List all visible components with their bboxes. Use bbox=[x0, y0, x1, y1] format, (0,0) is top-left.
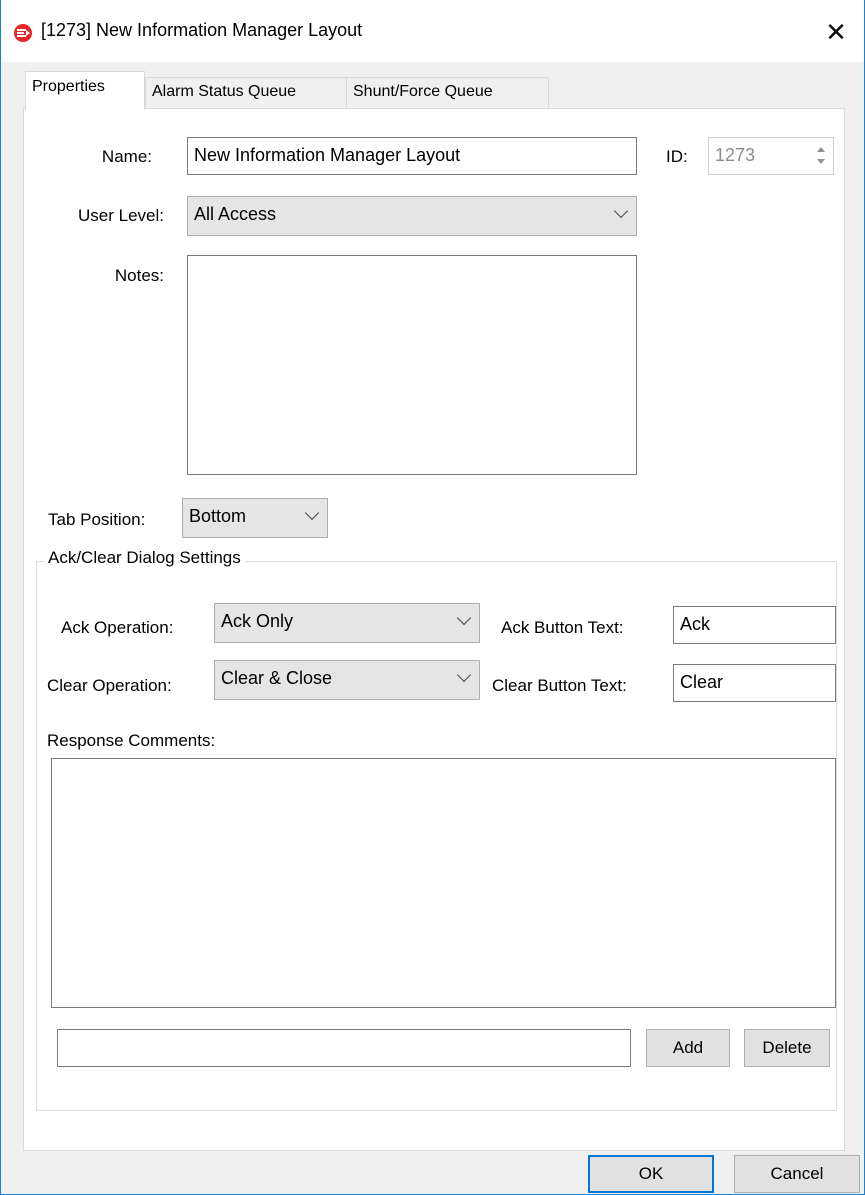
spinner-arrows-icon[interactable] bbox=[813, 140, 831, 172]
tab-alarm-status-queue[interactable]: Alarm Status Queue bbox=[145, 77, 347, 109]
dialog-window: [1273] New Information Manager Layout ✕ … bbox=[0, 0, 865, 1195]
cancel-button[interactable]: Cancel bbox=[734, 1155, 860, 1193]
clear-operation-select[interactable]: Clear & Close bbox=[214, 660, 480, 700]
app-icon bbox=[14, 24, 32, 42]
response-comments-label: Response Comments: bbox=[47, 731, 216, 750]
name-label: Name: bbox=[101, 147, 152, 166]
ack-button-text-field[interactable]: Ack bbox=[673, 606, 836, 644]
ack-clear-group-title: Ack/Clear Dialog Settings bbox=[44, 548, 245, 568]
name-field[interactable]: New Information Manager Layout bbox=[187, 137, 637, 175]
response-comments-list[interactable] bbox=[51, 758, 836, 1008]
chevron-down-icon bbox=[456, 610, 472, 626]
tab-position-value: Bottom bbox=[189, 506, 247, 526]
chevron-down-icon bbox=[613, 203, 629, 219]
id-label: ID: bbox=[666, 147, 688, 166]
tab-position-select[interactable]: Bottom bbox=[182, 498, 328, 538]
user-level-value: All Access bbox=[194, 204, 277, 224]
comment-input[interactable] bbox=[57, 1029, 631, 1067]
notes-textarea[interactable] bbox=[187, 255, 637, 475]
ack-operation-select[interactable]: Ack Only bbox=[214, 603, 480, 643]
tab-position-label: Tab Position: bbox=[48, 510, 146, 529]
clear-button-text-field[interactable]: Clear bbox=[673, 664, 836, 702]
ack-operation-value: Ack Only bbox=[221, 611, 294, 631]
tab-shunt-force-queue[interactable]: Shunt/Force Queue bbox=[346, 77, 549, 109]
properties-page: Name: New Information Manager Layout ID:… bbox=[23, 108, 845, 1151]
ack-operation-label: Ack Operation: bbox=[61, 618, 174, 637]
id-value: 1273 bbox=[715, 145, 756, 165]
id-spinner[interactable]: 1273 bbox=[708, 137, 834, 175]
clear-button-text-label: Clear Button Text: bbox=[492, 676, 627, 695]
ok-button[interactable]: OK bbox=[588, 1155, 714, 1193]
title-bar: [1273] New Information Manager Layout ✕ bbox=[1, 0, 864, 62]
window-title: [1273] New Information Manager Layout bbox=[41, 20, 363, 40]
notes-label: Notes: bbox=[114, 266, 164, 285]
user-level-select[interactable]: All Access bbox=[187, 196, 637, 236]
delete-button[interactable]: Delete bbox=[744, 1029, 830, 1067]
user-level-label: User Level: bbox=[78, 206, 164, 225]
tab-properties[interactable]: Properties bbox=[25, 71, 145, 110]
clear-operation-value: Clear & Close bbox=[221, 668, 333, 688]
clear-operation-label: Clear Operation: bbox=[47, 676, 172, 695]
ack-button-text-label: Ack Button Text: bbox=[501, 618, 624, 637]
close-button[interactable]: ✕ bbox=[816, 14, 856, 50]
chevron-down-icon bbox=[304, 505, 320, 521]
chevron-down-icon bbox=[456, 667, 472, 683]
add-button[interactable]: Add bbox=[646, 1029, 730, 1067]
